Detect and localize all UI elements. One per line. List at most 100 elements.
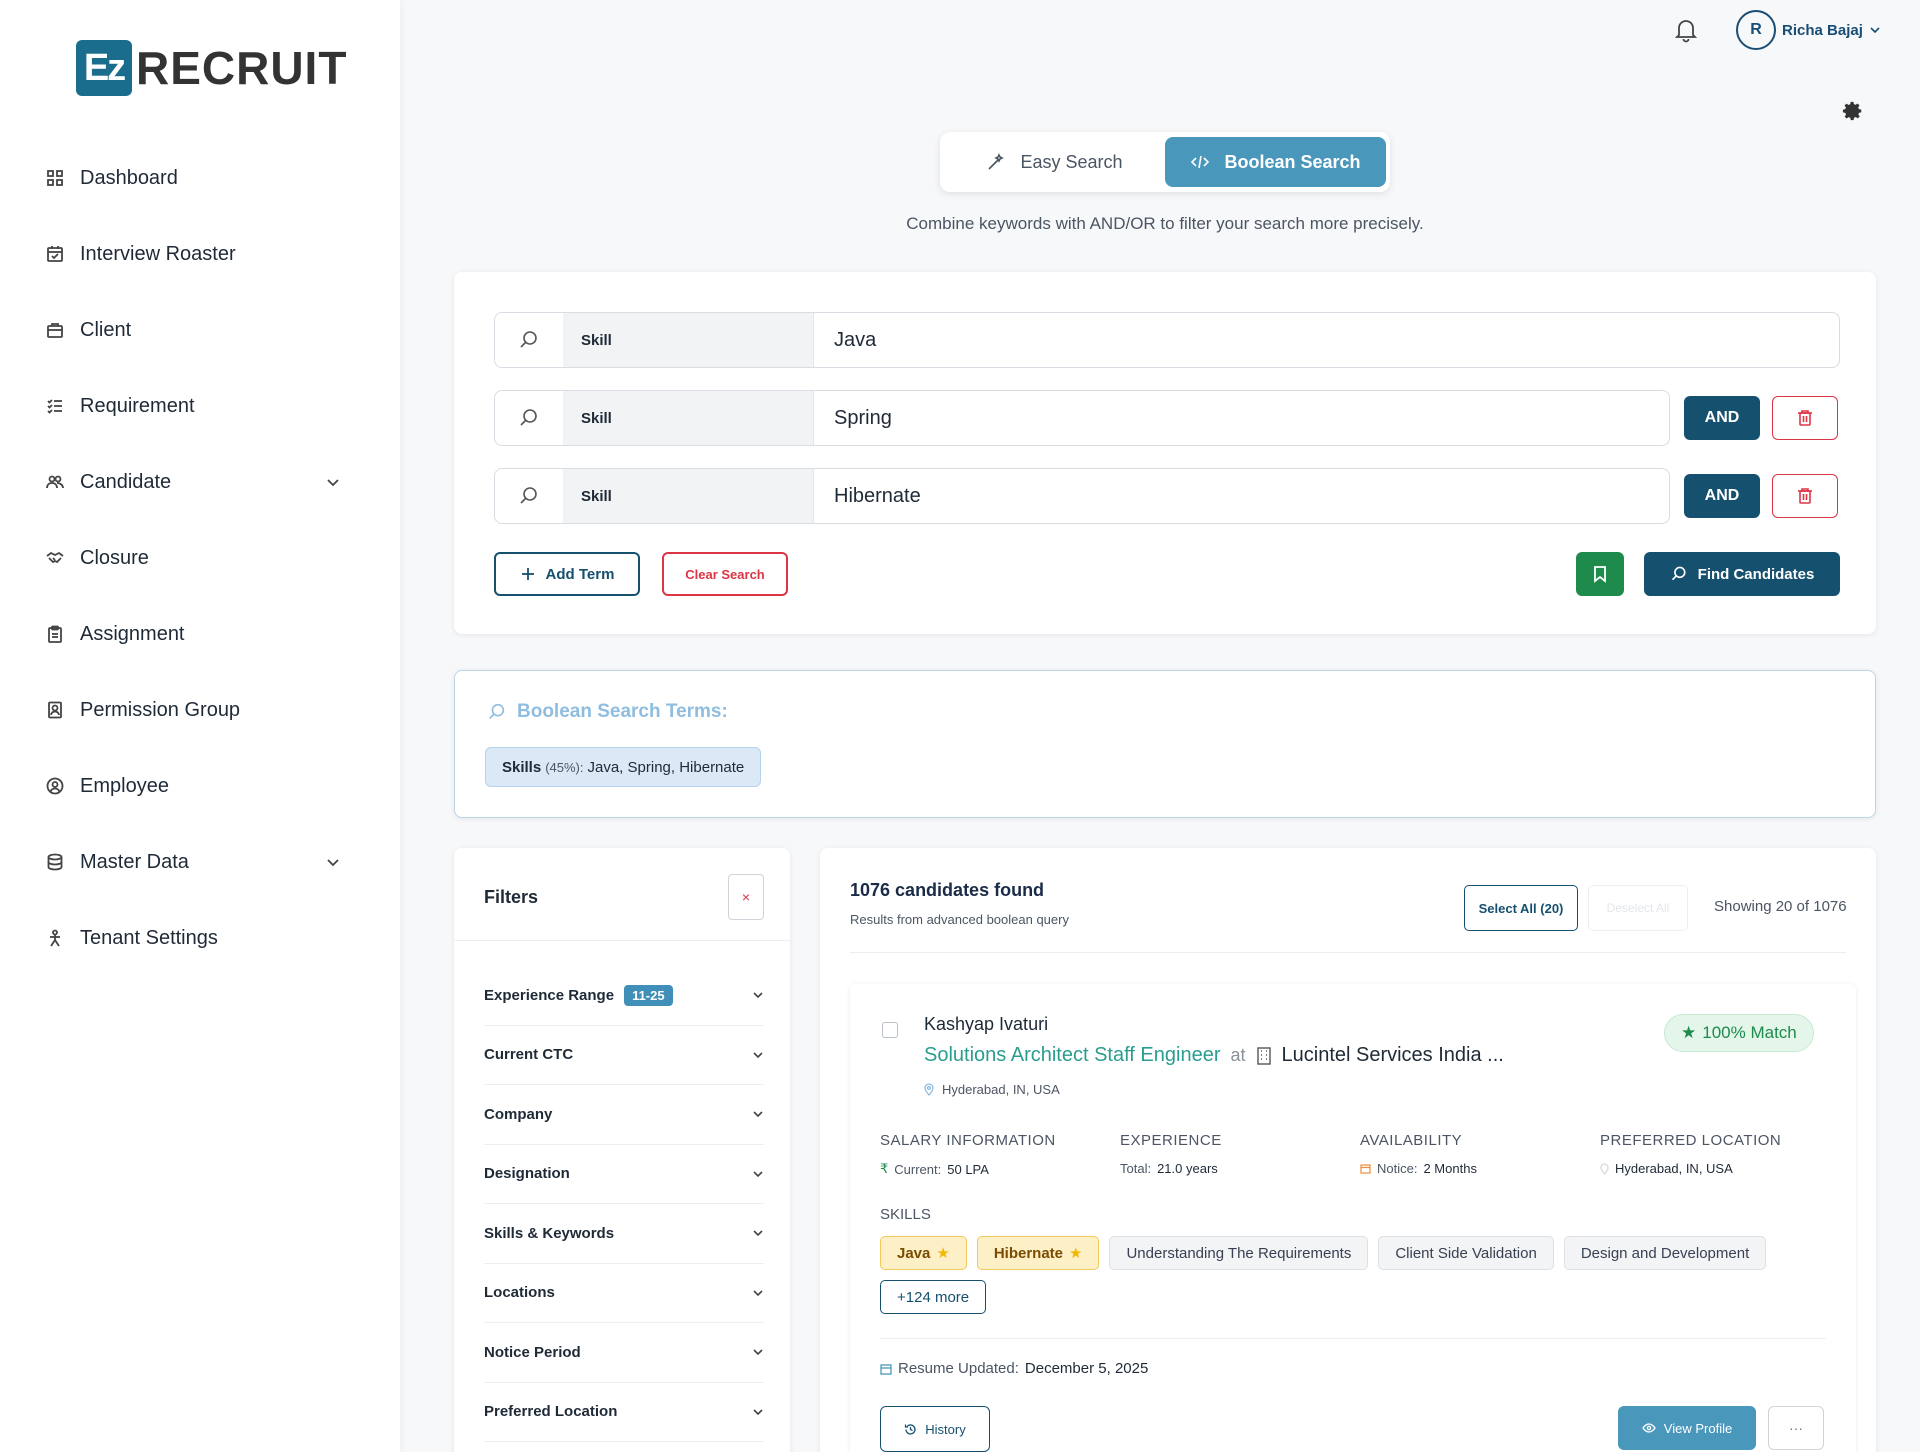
- salary-value: 50 LPA: [947, 1161, 989, 1177]
- user-menu[interactable]: R Richa Bajaj: [1736, 10, 1881, 50]
- gear-icon[interactable]: [1842, 100, 1864, 122]
- filter-current-ctc[interactable]: Current CTC: [484, 1026, 764, 1085]
- search-icon: [495, 469, 563, 523]
- history-label: History: [925, 1421, 966, 1437]
- filter-locations[interactable]: Locations: [484, 1264, 764, 1323]
- badge-icon: [48, 701, 62, 719]
- more-options-button[interactable]: ···: [1768, 1406, 1824, 1450]
- sidebar-item-master-data[interactable]: Master Data: [0, 824, 400, 900]
- filter-preferred-location[interactable]: Preferred Location: [484, 1383, 764, 1442]
- star-icon: ★: [1681, 1023, 1697, 1042]
- sidebar-item-assignment[interactable]: Assignment: [0, 596, 400, 672]
- results-count: 1076 candidates found: [850, 880, 1045, 900]
- operator-and-button[interactable]: AND: [1684, 474, 1760, 518]
- sidebar-item-label: Master Data: [80, 850, 189, 873]
- experience-header: EXPERIENCE: [1120, 1132, 1222, 1149]
- search-icon: [489, 703, 505, 719]
- trash-icon: [1798, 410, 1812, 426]
- find-candidates-label: Find Candidates: [1697, 565, 1815, 583]
- notification-bell-icon[interactable]: [1672, 16, 1700, 44]
- skill-chip: Understanding The Requirements: [1109, 1236, 1369, 1270]
- term-chip-label: Skills: [502, 758, 542, 776]
- term-value-input[interactable]: Java: [813, 313, 1839, 367]
- sidebar-item-label: Requirement: [80, 394, 195, 417]
- star-icon: ★: [936, 1245, 950, 1262]
- candidate-card: Kashyap Ivaturi Solutions Architect Staf…: [850, 984, 1856, 1452]
- chevron-down-icon[interactable]: [326, 855, 340, 869]
- sidebar-item-permission-group[interactable]: Permission Group: [0, 672, 400, 748]
- sidebar-item-dashboard[interactable]: Dashboard: [0, 140, 400, 216]
- sidebar-item-label: Permission Group: [80, 698, 241, 721]
- preferred-location-value: Hyderabad, IN, USA: [1615, 1161, 1733, 1176]
- database-icon: [47, 853, 63, 871]
- operator-and-button[interactable]: AND: [1684, 396, 1760, 440]
- preferred-location-info: PREFERRED LOCATION Hyderabad, IN, USA: [1600, 1132, 1781, 1176]
- filter-label: Experience Range: [484, 986, 615, 1004]
- more-skills-button[interactable]: +124 more: [880, 1280, 987, 1314]
- filter-label: Notice Period: [484, 1343, 581, 1361]
- sidebar-item-client[interactable]: Client: [0, 292, 400, 368]
- filter-label: Current CTC: [484, 1046, 574, 1064]
- filter-label: Designation: [484, 1165, 570, 1183]
- user-name: Richa Bajaj: [1782, 21, 1863, 39]
- filters-title: Filters: [484, 886, 539, 907]
- magic-wand-icon: [988, 153, 1005, 170]
- filter-skills-keywords[interactable]: Skills & Keywords: [484, 1204, 764, 1264]
- sidebar-item-closure[interactable]: Closure: [0, 520, 400, 596]
- save-search-button[interactable]: [1576, 552, 1624, 596]
- add-term-button[interactable]: Add Term: [494, 552, 640, 596]
- chevron-down-icon: [753, 1349, 763, 1356]
- boolean-terms-summary: Boolean Search Terms: Skills (45%): Java…: [454, 670, 1876, 818]
- candidate-name[interactable]: Kashyap Ivaturi: [924, 1014, 1048, 1035]
- candidate-checkbox[interactable]: [882, 1022, 898, 1038]
- view-profile-button[interactable]: View Profile: [1618, 1406, 1756, 1450]
- calendar-icon: [880, 1363, 892, 1375]
- match-badge: ★ 100% Match: [1664, 1014, 1814, 1052]
- delete-term-button[interactable]: [1772, 474, 1838, 518]
- sidebar-item-requirement[interactable]: Requirement: [0, 368, 400, 444]
- sidebar-item-interview-roaster[interactable]: Interview Roaster: [0, 216, 400, 292]
- eye-icon: [1642, 1423, 1656, 1433]
- sidebar-nav: Dashboard Interview Roaster Client Requi…: [0, 140, 400, 976]
- term-field-select[interactable]: Skill: [563, 391, 813, 445]
- clear-search-button[interactable]: Clear Search: [662, 552, 788, 596]
- clear-filters-button[interactable]: ×: [728, 874, 764, 920]
- resume-updated: Resume Updated: December 5, 2025: [880, 1360, 1148, 1377]
- star-icon: ★: [1069, 1245, 1083, 1262]
- users-icon: [46, 475, 64, 489]
- tab-easy-search[interactable]: Easy Search: [944, 137, 1165, 187]
- avatar: R: [1736, 10, 1776, 50]
- sidebar-item-label: Interview Roaster: [80, 242, 236, 265]
- filter-notice-period[interactable]: Notice Period: [484, 1323, 764, 1383]
- term-field-select[interactable]: Skill: [563, 469, 813, 523]
- filter-experience-range[interactable]: Experience Range 11-25: [484, 966, 764, 1026]
- sidebar-item-employee[interactable]: Employee: [0, 748, 400, 824]
- filter-designation[interactable]: Designation: [484, 1145, 764, 1204]
- term-row: Skill Hibernate: [494, 468, 1670, 524]
- availability-key: Notice:: [1377, 1161, 1418, 1176]
- logo[interactable]: Ez RECRUIT: [76, 40, 347, 96]
- history-icon: [905, 1423, 916, 1435]
- filter-label: Skills & Keywords: [484, 1224, 615, 1242]
- chevron-down-icon[interactable]: [326, 475, 340, 489]
- term-field-select[interactable]: Skill: [563, 313, 813, 367]
- salary-header: SALARY INFORMATION: [880, 1132, 1056, 1149]
- term-value-input[interactable]: Hibernate: [813, 469, 1669, 523]
- divider: [454, 940, 790, 941]
- sidebar-item-tenant-settings[interactable]: Tenant Settings: [0, 900, 400, 976]
- filter-label: Preferred Location: [484, 1403, 618, 1421]
- chevron-down-icon: [753, 1111, 763, 1118]
- tab-boolean-search[interactable]: Boolean Search: [1165, 137, 1386, 187]
- delete-term-button[interactable]: [1772, 396, 1838, 440]
- find-candidates-button[interactable]: Find Candidates: [1644, 552, 1840, 596]
- availability-info: AVAILABILITY Notice: 2 Months: [1360, 1132, 1477, 1176]
- sidebar-item-label: Closure: [80, 546, 149, 569]
- select-all-button[interactable]: Select All (20): [1464, 885, 1578, 931]
- history-button[interactable]: History: [880, 1406, 990, 1452]
- search-icon: [495, 391, 563, 445]
- chevron-down-icon: [753, 992, 763, 999]
- term-value-input[interactable]: Spring: [813, 391, 1669, 445]
- deselect-all-button[interactable]: Deselect All: [1588, 885, 1688, 931]
- sidebar-item-candidate[interactable]: Candidate: [0, 444, 400, 520]
- filter-company[interactable]: Company: [484, 1085, 764, 1145]
